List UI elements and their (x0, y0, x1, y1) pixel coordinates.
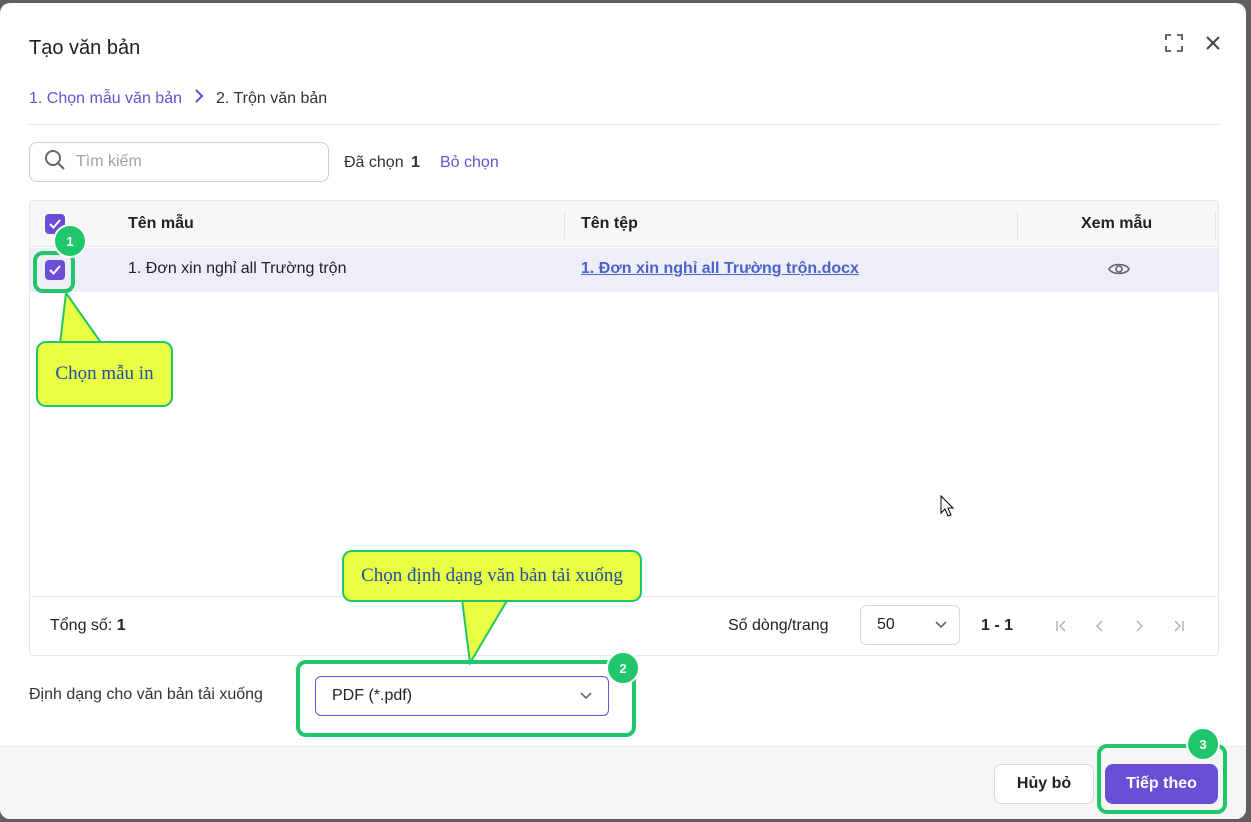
create-document-dialog: Tạo văn bản 1. Chọn mẫu văn bản 2. Trộn … (0, 3, 1246, 819)
annotation-badge-2: 2 (606, 651, 640, 685)
callout-choose-template: Chọn mẫu in (36, 341, 173, 407)
callout-choose-format: Chọn định dạng văn bản tải xuống (342, 550, 642, 602)
callout-2-pointer (460, 598, 510, 667)
highlight-format-select (296, 660, 636, 737)
mouse-cursor-icon (940, 494, 955, 522)
annotation-badge-3: 3 (1186, 727, 1220, 761)
callout-1-pointer (58, 290, 104, 345)
